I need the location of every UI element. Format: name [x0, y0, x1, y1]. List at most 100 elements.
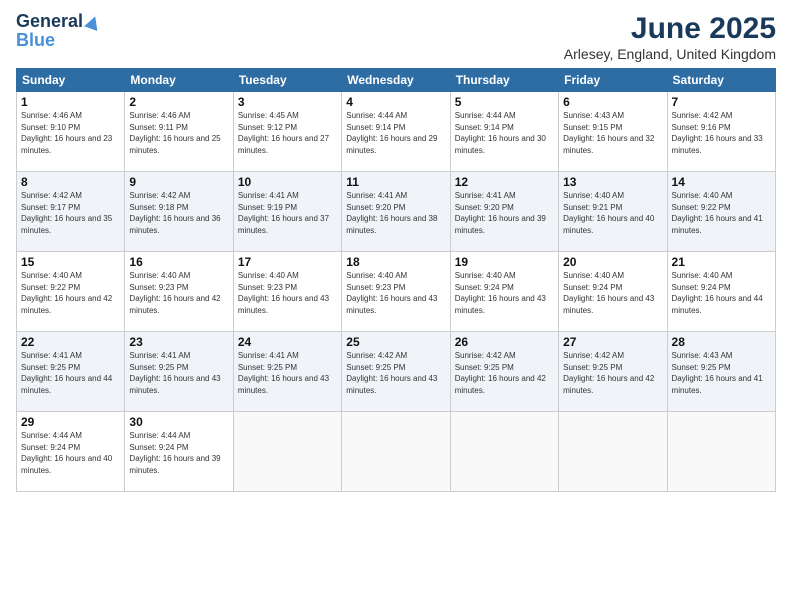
day-info: Sunrise: 4:46 AMSunset: 9:11 PMDaylight:…	[129, 110, 228, 156]
logo-blue: Blue	[16, 30, 55, 51]
calendar-cell: 29Sunrise: 4:44 AMSunset: 9:24 PMDayligh…	[17, 412, 125, 492]
title-block: June 2025 Arlesey, England, United Kingd…	[564, 12, 776, 62]
day-info: Sunrise: 4:40 AMSunset: 9:24 PMDaylight:…	[455, 270, 554, 316]
day-number: 5	[455, 95, 554, 109]
calendar: SundayMondayTuesdayWednesdayThursdayFrid…	[16, 68, 776, 492]
day-info: Sunrise: 4:46 AMSunset: 9:10 PMDaylight:…	[21, 110, 120, 156]
calendar-cell: 22Sunrise: 4:41 AMSunset: 9:25 PMDayligh…	[17, 332, 125, 412]
calendar-cell: 4Sunrise: 4:44 AMSunset: 9:14 PMDaylight…	[342, 92, 450, 172]
day-info: Sunrise: 4:42 AMSunset: 9:16 PMDaylight:…	[672, 110, 771, 156]
day-number: 9	[129, 175, 228, 189]
day-info: Sunrise: 4:40 AMSunset: 9:23 PMDaylight:…	[129, 270, 228, 316]
calendar-cell: 17Sunrise: 4:40 AMSunset: 9:23 PMDayligh…	[233, 252, 341, 332]
day-of-week-header: Tuesday	[233, 69, 341, 92]
day-info: Sunrise: 4:40 AMSunset: 9:24 PMDaylight:…	[672, 270, 771, 316]
day-of-week-header: Thursday	[450, 69, 558, 92]
calendar-cell: 11Sunrise: 4:41 AMSunset: 9:20 PMDayligh…	[342, 172, 450, 252]
day-info: Sunrise: 4:45 AMSunset: 9:12 PMDaylight:…	[238, 110, 337, 156]
day-number: 16	[129, 255, 228, 269]
day-info: Sunrise: 4:41 AMSunset: 9:25 PMDaylight:…	[21, 350, 120, 396]
calendar-cell: 14Sunrise: 4:40 AMSunset: 9:22 PMDayligh…	[667, 172, 775, 252]
day-info: Sunrise: 4:41 AMSunset: 9:25 PMDaylight:…	[129, 350, 228, 396]
day-info: Sunrise: 4:40 AMSunset: 9:21 PMDaylight:…	[563, 190, 662, 236]
day-number: 25	[346, 335, 445, 349]
day-of-week-header: Saturday	[667, 69, 775, 92]
day-info: Sunrise: 4:42 AMSunset: 9:17 PMDaylight:…	[21, 190, 120, 236]
day-number: 2	[129, 95, 228, 109]
day-of-week-header: Sunday	[17, 69, 125, 92]
day-number: 14	[672, 175, 771, 189]
day-number: 19	[455, 255, 554, 269]
logo: General Blue	[16, 12, 100, 51]
calendar-cell	[559, 412, 667, 492]
calendar-cell	[233, 412, 341, 492]
calendar-cell: 19Sunrise: 4:40 AMSunset: 9:24 PMDayligh…	[450, 252, 558, 332]
calendar-cell: 12Sunrise: 4:41 AMSunset: 9:20 PMDayligh…	[450, 172, 558, 252]
calendar-cell: 24Sunrise: 4:41 AMSunset: 9:25 PMDayligh…	[233, 332, 341, 412]
day-info: Sunrise: 4:42 AMSunset: 9:25 PMDaylight:…	[346, 350, 445, 396]
calendar-cell: 1Sunrise: 4:46 AMSunset: 9:10 PMDaylight…	[17, 92, 125, 172]
day-number: 24	[238, 335, 337, 349]
day-number: 12	[455, 175, 554, 189]
day-info: Sunrise: 4:44 AMSunset: 9:14 PMDaylight:…	[455, 110, 554, 156]
day-number: 28	[672, 335, 771, 349]
day-info: Sunrise: 4:40 AMSunset: 9:23 PMDaylight:…	[346, 270, 445, 316]
day-info: Sunrise: 4:40 AMSunset: 9:22 PMDaylight:…	[672, 190, 771, 236]
day-number: 22	[21, 335, 120, 349]
day-info: Sunrise: 4:43 AMSunset: 9:15 PMDaylight:…	[563, 110, 662, 156]
calendar-cell: 23Sunrise: 4:41 AMSunset: 9:25 PMDayligh…	[125, 332, 233, 412]
day-info: Sunrise: 4:42 AMSunset: 9:25 PMDaylight:…	[455, 350, 554, 396]
calendar-cell	[450, 412, 558, 492]
calendar-cell: 8Sunrise: 4:42 AMSunset: 9:17 PMDaylight…	[17, 172, 125, 252]
calendar-cell: 26Sunrise: 4:42 AMSunset: 9:25 PMDayligh…	[450, 332, 558, 412]
calendar-cell	[342, 412, 450, 492]
day-number: 1	[21, 95, 120, 109]
day-number: 8	[21, 175, 120, 189]
calendar-cell: 15Sunrise: 4:40 AMSunset: 9:22 PMDayligh…	[17, 252, 125, 332]
day-number: 21	[672, 255, 771, 269]
day-info: Sunrise: 4:44 AMSunset: 9:24 PMDaylight:…	[21, 430, 120, 476]
day-info: Sunrise: 4:42 AMSunset: 9:25 PMDaylight:…	[563, 350, 662, 396]
day-info: Sunrise: 4:40 AMSunset: 9:24 PMDaylight:…	[563, 270, 662, 316]
day-info: Sunrise: 4:42 AMSunset: 9:18 PMDaylight:…	[129, 190, 228, 236]
day-number: 18	[346, 255, 445, 269]
calendar-cell: 10Sunrise: 4:41 AMSunset: 9:19 PMDayligh…	[233, 172, 341, 252]
day-info: Sunrise: 4:41 AMSunset: 9:20 PMDaylight:…	[455, 190, 554, 236]
day-number: 20	[563, 255, 662, 269]
day-number: 4	[346, 95, 445, 109]
calendar-cell: 6Sunrise: 4:43 AMSunset: 9:15 PMDaylight…	[559, 92, 667, 172]
calendar-cell: 9Sunrise: 4:42 AMSunset: 9:18 PMDaylight…	[125, 172, 233, 252]
day-number: 27	[563, 335, 662, 349]
calendar-cell: 20Sunrise: 4:40 AMSunset: 9:24 PMDayligh…	[559, 252, 667, 332]
calendar-cell: 25Sunrise: 4:42 AMSunset: 9:25 PMDayligh…	[342, 332, 450, 412]
calendar-cell: 16Sunrise: 4:40 AMSunset: 9:23 PMDayligh…	[125, 252, 233, 332]
day-number: 23	[129, 335, 228, 349]
day-number: 29	[21, 415, 120, 429]
month-title: June 2025	[564, 12, 776, 46]
calendar-cell: 13Sunrise: 4:40 AMSunset: 9:21 PMDayligh…	[559, 172, 667, 252]
day-of-week-header: Friday	[559, 69, 667, 92]
day-number: 13	[563, 175, 662, 189]
calendar-cell: 7Sunrise: 4:42 AMSunset: 9:16 PMDaylight…	[667, 92, 775, 172]
day-number: 26	[455, 335, 554, 349]
day-number: 7	[672, 95, 771, 109]
calendar-cell: 28Sunrise: 4:43 AMSunset: 9:25 PMDayligh…	[667, 332, 775, 412]
day-info: Sunrise: 4:41 AMSunset: 9:25 PMDaylight:…	[238, 350, 337, 396]
day-of-week-header: Monday	[125, 69, 233, 92]
day-number: 15	[21, 255, 120, 269]
day-of-week-header: Wednesday	[342, 69, 450, 92]
day-number: 10	[238, 175, 337, 189]
calendar-cell	[667, 412, 775, 492]
day-info: Sunrise: 4:41 AMSunset: 9:20 PMDaylight:…	[346, 190, 445, 236]
day-number: 11	[346, 175, 445, 189]
day-info: Sunrise: 4:40 AMSunset: 9:22 PMDaylight:…	[21, 270, 120, 316]
calendar-cell: 27Sunrise: 4:42 AMSunset: 9:25 PMDayligh…	[559, 332, 667, 412]
calendar-cell: 30Sunrise: 4:44 AMSunset: 9:24 PMDayligh…	[125, 412, 233, 492]
location: Arlesey, England, United Kingdom	[564, 46, 776, 62]
day-info: Sunrise: 4:44 AMSunset: 9:14 PMDaylight:…	[346, 110, 445, 156]
calendar-cell: 3Sunrise: 4:45 AMSunset: 9:12 PMDaylight…	[233, 92, 341, 172]
day-number: 3	[238, 95, 337, 109]
calendar-cell: 2Sunrise: 4:46 AMSunset: 9:11 PMDaylight…	[125, 92, 233, 172]
day-info: Sunrise: 4:41 AMSunset: 9:19 PMDaylight:…	[238, 190, 337, 236]
calendar-cell: 5Sunrise: 4:44 AMSunset: 9:14 PMDaylight…	[450, 92, 558, 172]
